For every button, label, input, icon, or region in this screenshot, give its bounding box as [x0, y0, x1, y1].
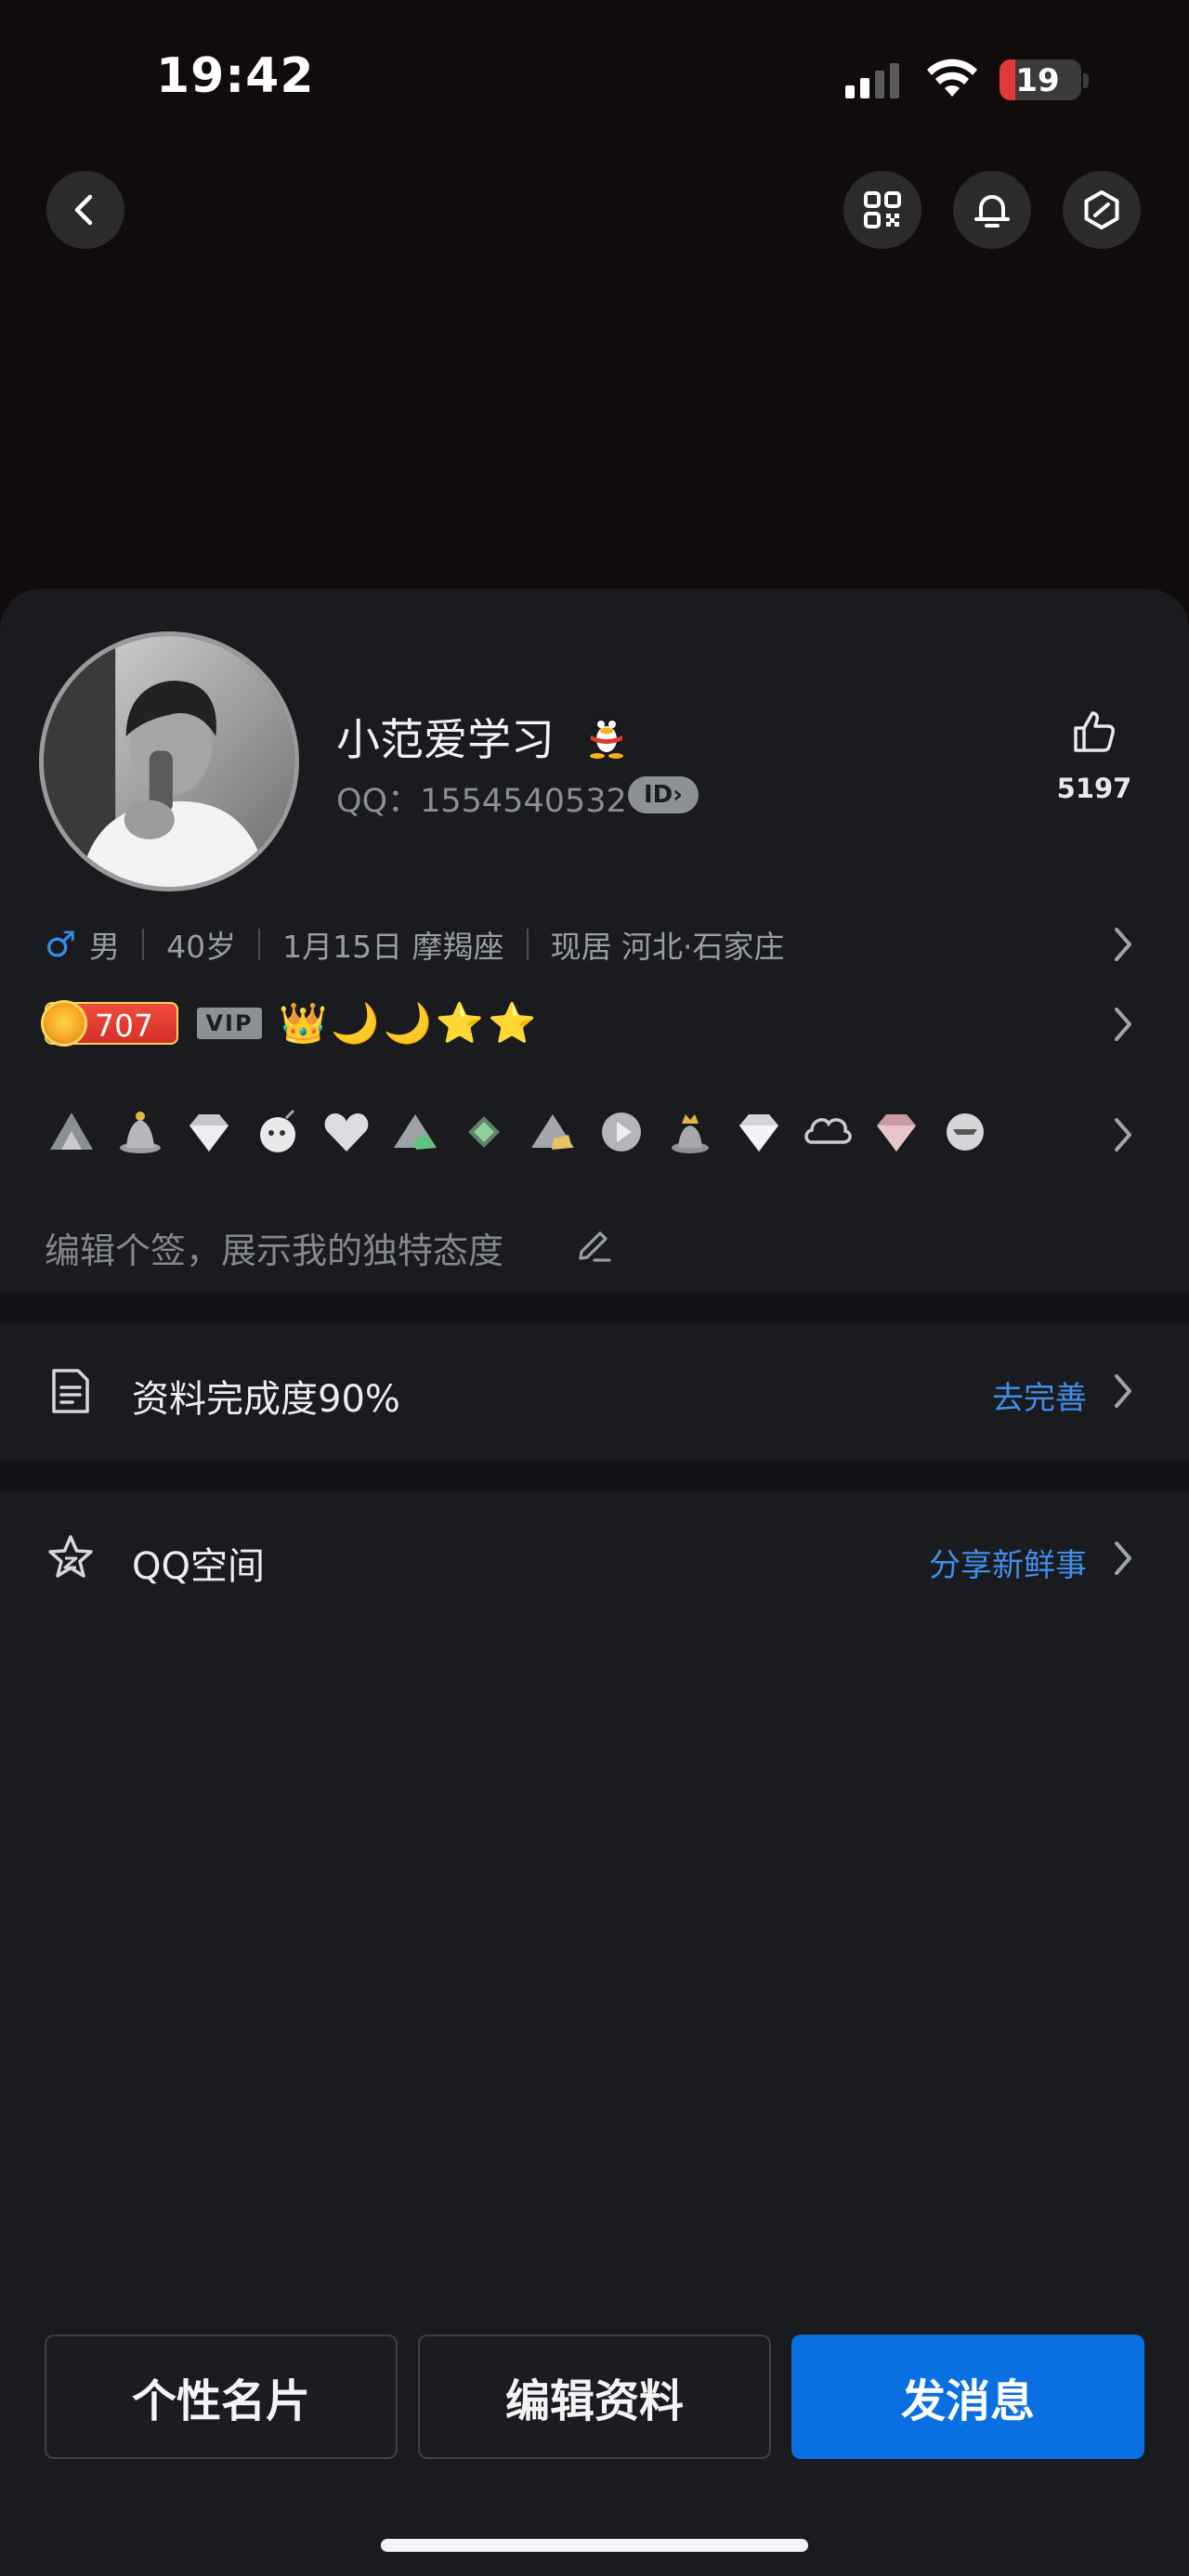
like-count: 5197 — [1056, 773, 1132, 804]
home-indicator — [381, 2539, 808, 2552]
qq-number: QQ：1554540532 — [336, 783, 627, 820]
birthday: 1月15日 摩羯座 — [282, 929, 504, 965]
separator — [526, 929, 529, 960]
heart-medal-icon — [324, 1112, 369, 1151]
signature-prompt[interactable]: 编辑个签，展示我的独特态度 — [45, 1222, 503, 1273]
status-bar: 19:42 19 — [0, 0, 1189, 158]
chevron-right-icon[interactable] — [1109, 1004, 1137, 1045]
sun-coin-icon — [41, 1000, 87, 1047]
wifi-icon — [927, 59, 977, 97]
separator — [142, 929, 145, 960]
diamond-medal-icon — [739, 1114, 778, 1151]
id-chevron-icon: › — [673, 781, 683, 809]
battery-nub — [1083, 73, 1089, 88]
nickname: 小范爱学习 — [336, 715, 555, 766]
qr-code-button[interactable] — [843, 171, 921, 249]
notification-button[interactable] — [953, 171, 1031, 249]
basic-info-row[interactable]: ♂ 男 40岁 1月15日 摩羯座 现居 河北·石家庄 — [45, 921, 785, 968]
share-news-link[interactable]: 分享新鲜事 — [929, 1540, 1087, 1585]
gender: 男 — [89, 929, 121, 965]
personal-card-button[interactable]: 个性名片 — [45, 2335, 398, 2459]
settings-button[interactable] — [1063, 171, 1141, 249]
cellular-signal-icon — [845, 63, 899, 98]
thumbs-up-icon — [1074, 711, 1115, 752]
avatar-photo — [44, 636, 294, 887]
mountain-medal-icon — [50, 1112, 93, 1150]
age: 40岁 — [166, 929, 237, 965]
chevron-left-icon — [74, 194, 93, 226]
qq-penguin-icon — [590, 713, 623, 759]
level-badge: 707 — [41, 1000, 178, 1047]
bell-icon — [974, 195, 1010, 228]
hexagon-settings-icon — [1084, 190, 1119, 229]
male-icon: ♂ — [45, 924, 77, 965]
gem-medal-icon — [468, 1116, 500, 1148]
diamond-medal-icon — [189, 1114, 229, 1151]
document-icon — [52, 1369, 89, 1413]
level-row[interactable]: 707 VIP 👑 🌙 🌙 ⭐ ⭐ — [41, 1000, 540, 1047]
cf-medal-icon — [947, 1113, 984, 1151]
chevron-right-icon[interactable] — [1109, 924, 1137, 965]
vip-tag: VIP — [197, 1008, 262, 1039]
chevron-right-icon — [1115, 1542, 1131, 1575]
avatar[interactable] — [39, 631, 299, 891]
medal-row[interactable] — [45, 1105, 1007, 1159]
section-divider — [0, 1460, 1189, 1491]
bomb-medal-icon — [260, 1109, 295, 1152]
pencil-icon[interactable] — [574, 1224, 613, 1263]
complete-profile-link[interactable]: 去完善 — [992, 1373, 1087, 1418]
id-badge[interactable]: ID › — [628, 776, 699, 813]
id-badge-label: ID — [644, 781, 673, 809]
level-value: 707 — [95, 1008, 153, 1044]
battery-level: 19 — [1015, 62, 1060, 99]
qzone-row[interactable]: QQ空间 分享新鲜事 — [0, 1493, 1189, 1623]
qzone-label: QQ空间 — [132, 1545, 265, 1588]
back-button[interactable] — [46, 171, 124, 249]
send-message-button[interactable]: 发消息 — [791, 2335, 1144, 2459]
cloud-medal-icon — [804, 1118, 852, 1144]
star-icon: ⭐ — [488, 1000, 537, 1046]
location: 现居 河北·石家庄 — [550, 929, 785, 965]
pink-diamond-medal-icon — [877, 1114, 916, 1151]
crown-medal-icon — [672, 1114, 709, 1153]
status-time: 19:42 — [156, 48, 315, 104]
section-divider — [0, 1293, 1189, 1324]
battery-indicator: 19 — [1000, 59, 1081, 100]
star-icon: ⭐ — [435, 1000, 485, 1046]
mountain-gold-medal-icon — [531, 1114, 574, 1150]
qr-code-icon — [864, 191, 901, 228]
chevron-right-icon[interactable] — [1109, 1114, 1137, 1155]
play-medal-icon — [602, 1112, 641, 1151]
edit-profile-button[interactable]: 编辑资料 — [418, 2335, 771, 2459]
crown-icon: 👑 — [279, 1000, 328, 1046]
separator — [258, 929, 261, 960]
level-icons: 👑 🌙 🌙 ⭐ ⭐ — [279, 1001, 540, 1046]
hat-medal-icon — [120, 1112, 161, 1153]
moon-icon: 🌙 — [331, 1000, 380, 1046]
completion-label: 资料完成度90% — [132, 1378, 400, 1421]
like-button[interactable] — [1052, 708, 1135, 760]
chevron-right-icon — [1115, 1374, 1131, 1408]
mountain-green-medal-icon — [394, 1114, 437, 1150]
star-outline-icon — [48, 1535, 93, 1578]
profile-completion-row[interactable]: 资料完成度90% 去完善 — [0, 1326, 1189, 1456]
moon-icon: 🌙 — [383, 1000, 432, 1046]
